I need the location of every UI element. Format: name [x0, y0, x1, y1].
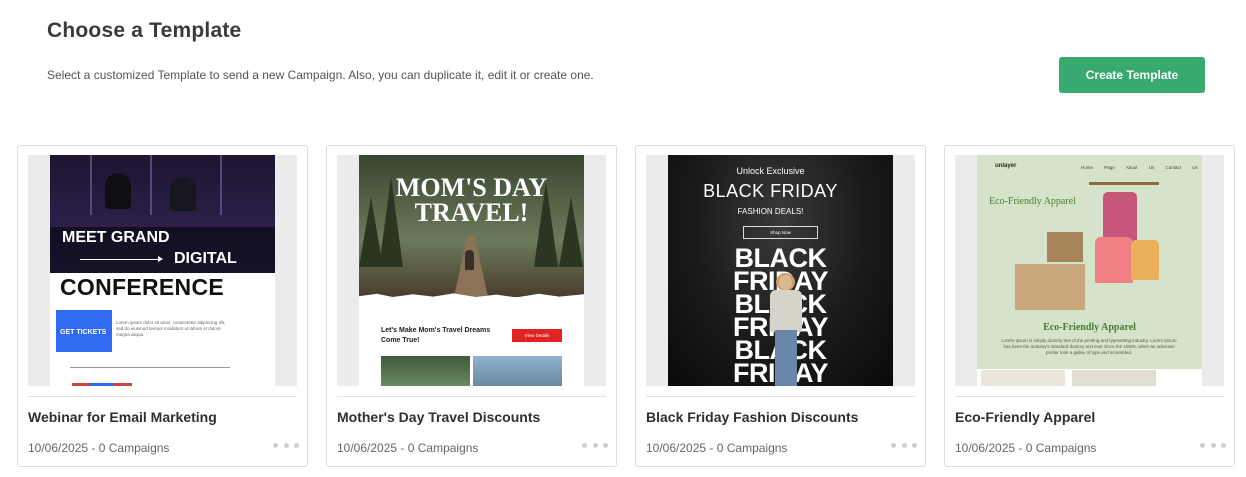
more-options-icon[interactable]: [1200, 438, 1226, 452]
preview-headline-a: MEET GRAND: [62, 229, 170, 246]
template-card[interactable]: unlayer Home Page About Us Contact Us Ec…: [944, 145, 1235, 467]
model-figure: [766, 273, 806, 386]
preview-button: Shop Now: [743, 226, 818, 239]
more-options-icon[interactable]: [891, 438, 917, 452]
preview-nav-links: Home Page About Us Contact Us: [1081, 165, 1198, 170]
speaker-figure: [170, 177, 196, 211]
template-preview[interactable]: MOM'S DAY TRAVEL! Let's Make Mom's Trave…: [337, 155, 606, 386]
template-meta: 10/06/2025 - 0 Campaigns: [955, 441, 1097, 455]
preview-photo: [381, 356, 470, 386]
template-name: Eco-Friendly Apparel: [955, 409, 1096, 425]
page-subtitle: Select a customized Template to send a n…: [47, 68, 594, 82]
stage-light: [150, 155, 152, 215]
preview-tagline: Let's Make Mom's Travel Dreams Come True…: [381, 327, 491, 344]
preview-cta: GET TICKETS: [56, 310, 112, 352]
template-meta: 10/06/2025 - 0 Campaigns: [28, 441, 170, 455]
preview-hero-title: Eco-Friendly Apparel: [989, 196, 1076, 207]
card-divider: [955, 396, 1224, 397]
more-options-icon[interactable]: [582, 438, 608, 452]
webinar-preview-image: MEET GRAND DIGITAL CONFERENCE GET TICKET…: [50, 155, 275, 386]
arrow-icon: [80, 256, 163, 262]
template-preview[interactable]: Unlock Exclusive BLACK FRIDAY FASHION DE…: [646, 155, 915, 386]
preview-headline-b: DIGITAL: [174, 250, 237, 267]
more-options-icon[interactable]: [273, 438, 299, 452]
preview-photo: [473, 356, 562, 386]
preview-divider: [70, 367, 230, 368]
template-card[interactable]: MEET GRAND DIGITAL CONFERENCE GET TICKET…: [17, 145, 308, 467]
hiker-figure: [465, 250, 474, 270]
template-meta: 10/06/2025 - 0 Campaigns: [337, 441, 479, 455]
preview-line-a: Unlock Exclusive: [736, 166, 805, 176]
template-preview[interactable]: MEET GRAND DIGITAL CONFERENCE GET TICKET…: [28, 155, 297, 386]
black-friday-preview-image: Unlock Exclusive BLACK FRIDAY FASHION DE…: [668, 155, 893, 386]
preview-footer-strip: [72, 383, 132, 386]
template-name: Black Friday Fashion Discounts: [646, 409, 859, 425]
wooden-shelf: [1015, 264, 1085, 310]
template-grid: MEET GRAND DIGITAL CONFERENCE GET TICKET…: [17, 145, 1235, 467]
speaker-figure: [105, 173, 131, 209]
card-divider: [28, 396, 297, 397]
clothes-rack: [1089, 182, 1159, 185]
preview-photo: [1072, 370, 1156, 386]
wooden-box: [1047, 232, 1083, 262]
template-card[interactable]: Unlock Exclusive BLACK FRIDAY FASHION DE…: [635, 145, 926, 467]
preview-line-b: BLACK FRIDAY: [703, 181, 838, 201]
preview-photo: [981, 370, 1065, 386]
preview-headline-c: CONFERENCE: [60, 274, 225, 300]
preview-band-title: Eco-Friendly Apparel: [1043, 322, 1136, 333]
preview-line-c: FASHION DEALS!: [737, 207, 804, 216]
template-card[interactable]: MOM'S DAY TRAVEL! Let's Make Mom's Trave…: [326, 145, 617, 467]
template-meta: 10/06/2025 - 0 Campaigns: [646, 441, 788, 455]
page-title: Choose a Template: [47, 19, 242, 42]
template-name: Mother's Day Travel Discounts: [337, 409, 541, 425]
shirt-shape: [1103, 192, 1137, 242]
card-divider: [337, 396, 606, 397]
card-divider: [646, 396, 915, 397]
moms-day-preview-image: MOM'S DAY TRAVEL! Let's Make Mom's Trave…: [359, 155, 584, 386]
template-preview[interactable]: unlayer Home Page About Us Contact Us Ec…: [955, 155, 1224, 386]
preview-logo: unlayer: [995, 163, 1017, 169]
stage-light: [220, 155, 222, 215]
eco-apparel-preview-image: unlayer Home Page About Us Contact Us Ec…: [977, 155, 1202, 386]
preview-band-text: Lorem Ipsum is simply dummy text of the …: [1001, 338, 1177, 355]
preview-body-text: Lorem ipsum dolor sit amet, consectetur …: [116, 320, 226, 337]
shirt-shape: [1095, 237, 1133, 283]
shirt-shape: [1131, 240, 1159, 280]
create-template-button[interactable]: Create Template: [1059, 57, 1205, 93]
preview-button: View Details: [512, 329, 562, 342]
template-name: Webinar for Email Marketing: [28, 409, 217, 425]
preview-title: MOM'S DAY TRAVEL!: [395, 173, 548, 227]
stage-light: [90, 155, 92, 215]
